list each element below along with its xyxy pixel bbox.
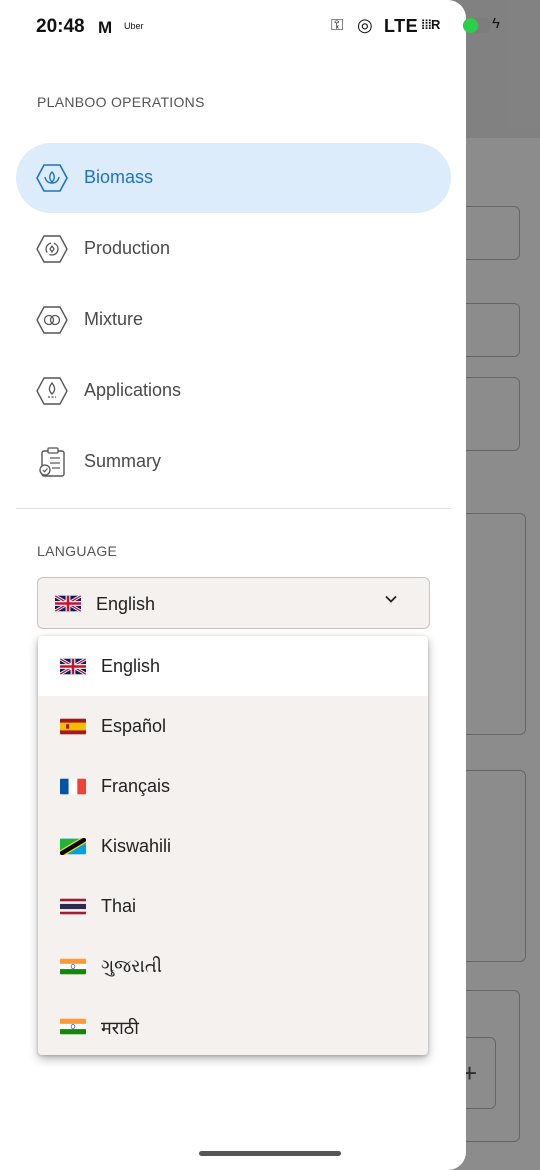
- uk-flag-icon: [55, 595, 81, 612]
- language-option-gujarati[interactable]: ગુજરાતી: [38, 936, 428, 996]
- india-flag-icon: [60, 958, 86, 975]
- language-option-marathi[interactable]: मराठी: [38, 996, 428, 1055]
- nav-item-mixture[interactable]: Mixture: [16, 285, 451, 355]
- nav-label: Mixture: [84, 309, 144, 329]
- thailand-flag-icon: [60, 898, 86, 915]
- tanzania-flag-icon: [60, 838, 86, 855]
- nav-item-biomass[interactable]: Biomass: [16, 143, 451, 213]
- hotspot-icon: ◎: [357, 15, 373, 35]
- status-time: 20:48: [36, 16, 85, 37]
- nav-item-summary[interactable]: Summary: [16, 427, 451, 497]
- nav-label: Summary: [84, 451, 162, 471]
- language-option-label: ગુજરાતી: [101, 956, 162, 976]
- language-option-francais[interactable]: Français: [38, 756, 428, 816]
- india-flag-icon: [60, 1018, 86, 1035]
- mixture-icon: [36, 306, 68, 334]
- network-type: LTE: [384, 16, 419, 36]
- gmail-icon: M: [98, 18, 113, 37]
- nav-label: Biomass: [84, 167, 154, 187]
- nav-item-production[interactable]: Production: [16, 214, 451, 284]
- language-option-thai[interactable]: Thai: [38, 876, 428, 936]
- signal-icon: ⁞⁞⁞R: [421, 17, 440, 32]
- uk-flag-icon: [60, 658, 86, 675]
- drawer-divider: [16, 508, 451, 509]
- section-label-language: LANGUAGE: [37, 543, 118, 559]
- language-select-value: English: [96, 594, 156, 614]
- spain-flag-icon: [60, 718, 86, 735]
- language-option-label: मराठी: [101, 1018, 139, 1038]
- section-label-operations: PLANBOO OPERATIONS: [37, 94, 205, 110]
- battery-level: [463, 18, 479, 33]
- language-option-kiswahili[interactable]: Kiswahili: [38, 816, 428, 876]
- chevron-down-icon: [385, 595, 397, 603]
- language-option-label: English: [101, 656, 161, 676]
- uber-icon: Uber: [124, 21, 144, 31]
- charging-icon: ϟ: [492, 15, 500, 32]
- language-option-label: Thai: [101, 896, 137, 916]
- france-flag-icon: [60, 778, 86, 795]
- language-option-english[interactable]: English: [38, 636, 428, 696]
- language-option-label: Français: [101, 776, 171, 796]
- language-option-label: Español: [101, 716, 167, 736]
- applications-icon: [36, 377, 68, 405]
- language-select[interactable]: English: [37, 577, 430, 629]
- language-option-espanol[interactable]: Español: [38, 696, 428, 756]
- battery-icon: [463, 18, 491, 33]
- language-dropdown-menu: English Español Français Kiswahili Thai …: [38, 636, 428, 1055]
- production-icon: [36, 235, 68, 263]
- clipboard-icon: [39, 447, 65, 477]
- language-option-label: Kiswahili: [101, 836, 172, 856]
- vpn-key-icon: ⚿: [331, 17, 344, 34]
- nav-label: Applications: [84, 380, 182, 400]
- status-bar: 20:48 M Uber ⚿ ◎ LTE ⁞⁞⁞R ϟ: [0, 0, 540, 52]
- home-indicator[interactable]: [199, 1151, 341, 1156]
- nav-item-applications[interactable]: Applications: [16, 356, 451, 426]
- nav-label: Production: [84, 238, 171, 258]
- biomass-icon: [36, 164, 68, 192]
